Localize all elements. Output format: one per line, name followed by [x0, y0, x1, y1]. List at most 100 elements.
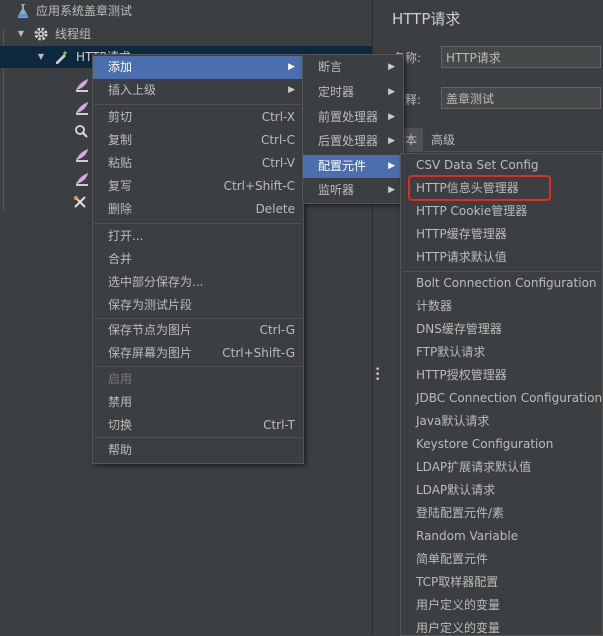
menu-item-label: 用户定义的变量	[416, 621, 501, 635]
config-item-counter[interactable]: 计数器	[401, 295, 602, 318]
menu-item-label: 插入上级	[108, 83, 157, 97]
menu-item-duplicate[interactable]: 复写 Ctrl+Shift-C	[93, 175, 303, 198]
submenu-arrow-icon: ▶	[388, 136, 395, 146]
tools-icon	[74, 196, 86, 208]
menu-item-shortcut: Ctrl+Shift-G	[222, 346, 295, 360]
menu-item-delete[interactable]: 删除 Delete	[93, 198, 303, 221]
menu-item-cut[interactable]: 剪切 Ctrl-X	[93, 106, 303, 129]
config-item-ldap-request-defaults[interactable]: LDAP默认请求	[401, 479, 602, 502]
submenu-item-config-element[interactable]: 配置元件 ▶	[303, 155, 403, 178]
splitter-grip-icon: • • •	[375, 365, 381, 385]
menu-item-label: 添加	[108, 60, 133, 74]
config-item-random-variable[interactable]: Random Variable	[401, 525, 602, 548]
config-item-csv-data-set[interactable]: CSV Data Set Config	[401, 154, 602, 177]
config-item-http-cache-manager[interactable]: HTTP缓存管理器	[401, 223, 602, 246]
flask-icon	[15, 3, 31, 19]
menu-item-shortcut: Ctrl-V	[261, 156, 295, 170]
submenu-item-listeners[interactable]: 监听器 ▶	[303, 179, 403, 202]
sampler-icon	[76, 173, 88, 186]
menu-item-label: 粘贴	[108, 156, 133, 170]
config-element-submenu: CSV Data Set Config HTTP信息头管理器 HTTP Cook…	[400, 153, 603, 636]
expand-arrow-icon[interactable]: ▼	[36, 46, 46, 68]
submenu-item-postprocessors[interactable]: 后置处理器 ▶	[303, 130, 403, 153]
menu-item-label: Keystore Configuration	[416, 437, 554, 451]
menu-item-insert-parent[interactable]: 插入上级 ▶	[93, 79, 303, 102]
menu-item-label: 用户定义的变量	[416, 598, 501, 612]
menu-item-label: 简单配置元件	[416, 552, 489, 566]
submenu-item-preprocessors[interactable]: 前置处理器 ▶	[303, 106, 403, 129]
menu-item-label: 切换	[108, 418, 133, 432]
submenu-arrow-icon: ▶	[388, 161, 395, 171]
pipette-icon	[53, 49, 69, 65]
tree-root-label: 应用系统盖章测试	[36, 4, 133, 18]
sampler-icon	[76, 102, 88, 115]
menu-item-help[interactable]: 帮助	[93, 439, 303, 462]
config-item-ftp-request-defaults[interactable]: FTP默认请求	[401, 341, 602, 364]
name-field[interactable]: HTTP请求	[441, 46, 601, 68]
menu-item-label: 打开...	[108, 229, 144, 243]
menu-item-label: 定时器	[318, 85, 355, 99]
config-item-ldap-extended-defaults[interactable]: LDAP扩展请求默认值	[401, 456, 602, 479]
menu-item-label: 计数器	[416, 299, 453, 313]
tab-divider	[393, 151, 603, 152]
menu-item-save-fragment[interactable]: 保存为测试片段	[93, 294, 303, 317]
menu-item-label: LDAP默认请求	[416, 483, 496, 497]
menu-item-shortcut: Ctrl-C	[260, 133, 295, 147]
tree-node-root[interactable]: 应用系统盖章测试	[0, 0, 372, 22]
config-item-simple-config[interactable]: 简单配置元件	[401, 548, 602, 571]
tree-node-thread-group[interactable]: ▼ 线程组	[0, 23, 372, 45]
comment-field[interactable]: 盖章测试	[441, 87, 601, 109]
config-item-user-defined-variables[interactable]: 用户定义的变量	[401, 594, 602, 617]
config-item-user-defined-variables-2[interactable]: 用户定义的变量	[401, 617, 602, 635]
menu-item-label: HTTP缓存管理器	[416, 227, 507, 241]
menu-item-save-selection[interactable]: 选中部分保存为...	[93, 271, 303, 294]
menu-item-label: 保存屏幕为图片	[108, 346, 193, 360]
config-item-tcp-sampler-config[interactable]: TCP取样器配置	[401, 571, 602, 594]
menu-item-shortcut: Ctrl-X	[261, 110, 295, 124]
config-item-jdbc-connection[interactable]: JDBC Connection Configuration	[401, 387, 602, 410]
menu-item-add[interactable]: 添加 ▶	[93, 56, 303, 79]
config-item-http-cookie-manager[interactable]: HTTP Cookie管理器	[401, 200, 602, 223]
magnifier-icon	[75, 125, 88, 138]
menu-item-toggle[interactable]: 切换 Ctrl-T	[93, 414, 303, 437]
menu-item-save-node-image[interactable]: 保存节点为图片 Ctrl-G	[93, 319, 303, 342]
menu-item-label: FTP默认请求	[416, 345, 486, 359]
menu-item-disable[interactable]: 禁用	[93, 391, 303, 414]
gear-icon	[33, 26, 49, 42]
menu-item-label: Random Variable	[416, 529, 519, 543]
config-item-login-config[interactable]: 登陆配置元件/素	[401, 502, 602, 525]
menu-item-label: CSV Data Set Config	[416, 158, 539, 172]
expand-arrow-icon[interactable]: ▼	[16, 23, 26, 45]
menu-item-paste[interactable]: 粘贴 Ctrl-V	[93, 152, 303, 175]
add-submenu: 断言 ▶ 定时器 ▶ 前置处理器 ▶ 后置处理器 ▶ 配置元件 ▶ 监听器 ▶	[302, 54, 404, 204]
menu-item-label: 选中部分保存为...	[108, 275, 204, 289]
config-item-java-request-defaults[interactable]: Java默认请求	[401, 410, 602, 433]
submenu-item-timers[interactable]: 定时器 ▶	[303, 81, 403, 104]
submenu-item-assertions[interactable]: 断言 ▶	[303, 56, 403, 79]
config-item-keystore[interactable]: Keystore Configuration	[401, 433, 602, 456]
config-item-http-auth-manager[interactable]: HTTP授权管理器	[401, 364, 602, 387]
menu-item-save-screen-image[interactable]: 保存屏幕为图片 Ctrl+Shift-G	[93, 342, 303, 365]
config-item-bolt-connection[interactable]: Bolt Connection Configuration	[401, 272, 602, 295]
tree-thread-group-label: 线程组	[55, 27, 92, 41]
menu-separator	[94, 104, 302, 105]
menu-item-shortcut: Ctrl+Shift-C	[223, 179, 295, 193]
menu-item-copy[interactable]: 复制 Ctrl-C	[93, 129, 303, 152]
menu-item-label: 断言	[318, 60, 343, 74]
menu-item-label: 删除	[108, 202, 133, 216]
menu-item-merge[interactable]: 合并	[93, 248, 303, 271]
menu-item-label: Java默认请求	[416, 414, 490, 428]
menu-item-label: 前置处理器	[318, 110, 379, 124]
menu-separator	[94, 437, 302, 438]
config-item-http-request-defaults[interactable]: HTTP请求默认值	[401, 246, 602, 269]
menu-item-open[interactable]: 打开...	[93, 225, 303, 248]
submenu-arrow-icon: ▶	[388, 87, 395, 97]
submenu-arrow-icon: ▶	[288, 85, 295, 95]
config-item-dns-cache-manager[interactable]: DNS缓存管理器	[401, 318, 602, 341]
menu-separator	[94, 223, 302, 224]
menu-item-label: 启用	[108, 372, 133, 386]
annotation-highlight-box	[408, 175, 551, 201]
tab-advanced[interactable]: 高级	[431, 128, 455, 152]
submenu-arrow-icon: ▶	[388, 185, 395, 195]
menu-item-label: 监听器	[318, 183, 355, 197]
